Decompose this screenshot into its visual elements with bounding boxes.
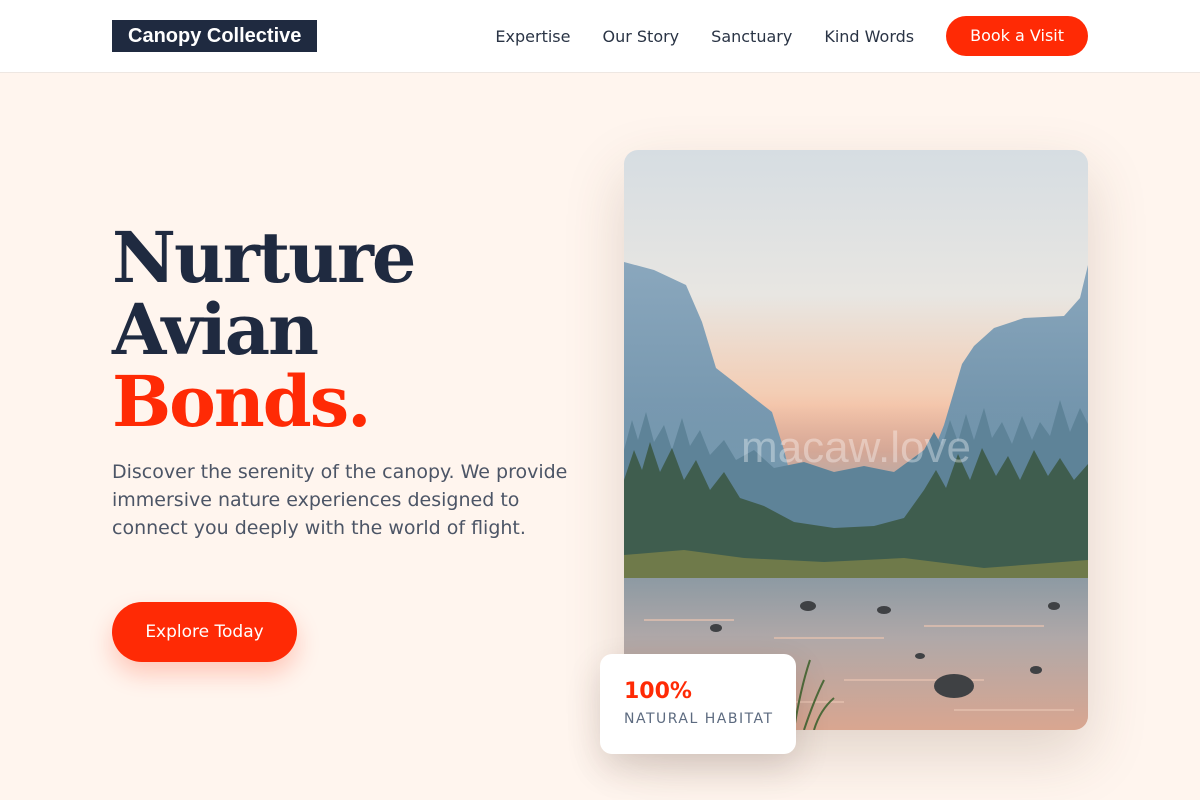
- book-visit-button[interactable]: Book a Visit: [946, 16, 1088, 56]
- stat-label: NATURAL HABITAT: [624, 711, 774, 727]
- nav-link-kind-words[interactable]: Kind Words: [824, 27, 914, 46]
- hero-photo: macaw.love: [624, 150, 1088, 730]
- hero-description: Discover the serenity of the canopy. We …: [112, 461, 568, 539]
- hero-title: Nurture Avian Bonds.: [112, 216, 416, 443]
- nav-link-our-story[interactable]: Our Story: [602, 27, 679, 46]
- hero-title-line-3: Bonds.: [112, 360, 371, 443]
- main-nav: Expertise Our Story Sanctuary Kind Words…: [495, 0, 1088, 72]
- site-header: Canopy Collective Expertise Our Story Sa…: [0, 0, 1200, 73]
- explore-button[interactable]: Explore Today: [112, 602, 297, 662]
- stat-card: 100% NATURAL HABITAT: [600, 654, 796, 754]
- landscape-illustration: macaw.love: [624, 150, 1088, 730]
- logo[interactable]: Canopy Collective: [112, 20, 318, 52]
- hero-title-line-1: Nurture: [112, 216, 416, 299]
- stat-value: 100%: [624, 679, 692, 704]
- photo-watermark: macaw.love: [741, 423, 971, 472]
- nav-link-expertise[interactable]: Expertise: [495, 27, 570, 46]
- hero-title-line-2: Avian: [112, 288, 319, 371]
- nav-link-sanctuary[interactable]: Sanctuary: [711, 27, 792, 46]
